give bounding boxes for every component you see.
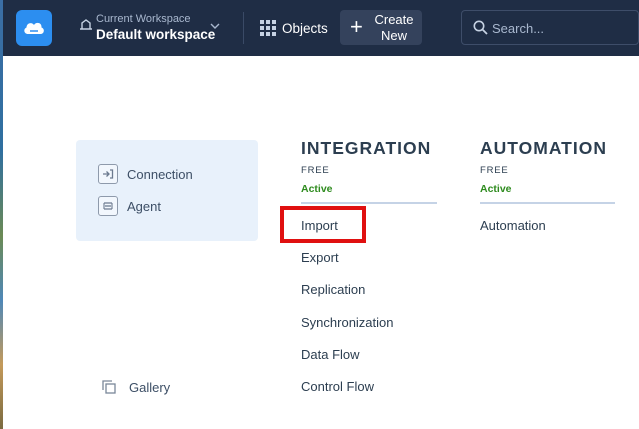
- column-divider: [301, 202, 437, 204]
- grid-icon: [260, 20, 276, 36]
- create-new-button[interactable]: + Create New: [340, 10, 422, 45]
- top-navigation-bar: Current Workspace Default workspace Obje…: [3, 0, 639, 56]
- column-tier: FREE: [301, 165, 330, 176]
- column-title: AUTOMATION: [480, 138, 607, 158]
- objects-button[interactable]: Objects: [260, 16, 328, 40]
- object-type-panel: Connection Agent: [76, 140, 258, 241]
- column-tier: FREE: [480, 165, 509, 176]
- workspace-label: Current Workspace: [96, 13, 191, 25]
- column-status: Active: [480, 183, 512, 195]
- gallery-link[interactable]: Gallery: [102, 377, 170, 397]
- objects-label: Objects: [282, 20, 328, 36]
- workspace-icon: [80, 19, 92, 30]
- search-box[interactable]: [461, 10, 639, 45]
- search-icon: [473, 20, 488, 35]
- menu-item-automation[interactable]: Automation: [480, 218, 546, 233]
- cloud-icon: [24, 22, 44, 34]
- integration-column: INTEGRATION FREE Active: [301, 138, 437, 204]
- column-title: INTEGRATION: [301, 138, 432, 158]
- menu-item-replication[interactable]: Replication: [301, 282, 365, 297]
- app-logo[interactable]: [16, 10, 52, 46]
- column-divider: [480, 202, 615, 204]
- panel-item-connection[interactable]: Connection: [98, 162, 193, 186]
- gallery-label: Gallery: [129, 379, 171, 395]
- workspace-selector[interactable]: Current Workspace Default workspace: [75, 10, 225, 46]
- desktop-edge: [0, 0, 3, 429]
- agent-icon: [98, 196, 118, 216]
- panel-item-agent[interactable]: Agent: [98, 194, 161, 218]
- create-new-label: Create New: [374, 12, 414, 43]
- menu-item-control-flow[interactable]: Control Flow: [301, 379, 374, 394]
- panel-item-label: Agent: [127, 198, 161, 214]
- plus-icon: +: [350, 14, 363, 39]
- toolbar-divider: [243, 12, 244, 44]
- workspace-value: Default workspace: [96, 27, 216, 42]
- menu-item-data-flow[interactable]: Data Flow: [301, 347, 360, 362]
- highlight-box: [280, 206, 366, 243]
- panel-item-label: Connection: [127, 166, 193, 182]
- search-input[interactable]: [492, 18, 632, 38]
- chevron-down-icon: [210, 23, 220, 29]
- column-status: Active: [301, 183, 333, 195]
- gallery-icon: [102, 380, 116, 394]
- connection-icon: [98, 164, 118, 184]
- automation-column: AUTOMATION FREE Active: [480, 138, 615, 204]
- menu-item-synchronization[interactable]: Synchronization: [301, 315, 394, 330]
- menu-item-export[interactable]: Export: [301, 250, 339, 265]
